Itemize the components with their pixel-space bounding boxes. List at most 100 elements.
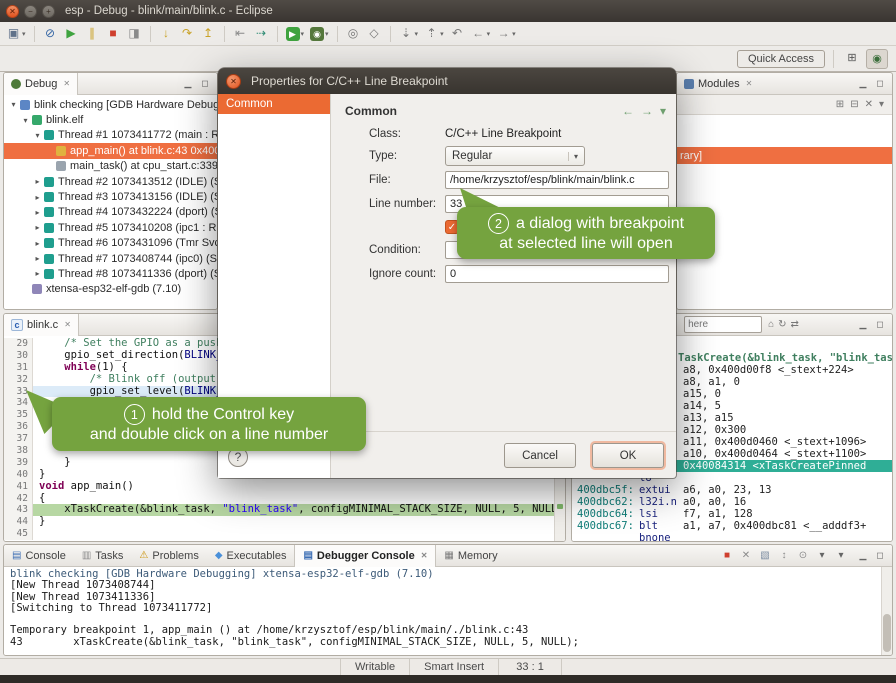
minimize-button[interactable]: − (24, 5, 37, 18)
display-selected-console-icon[interactable]: ▾ (815, 550, 829, 561)
maximize-view-icon[interactable]: ◻ (873, 319, 887, 330)
forward-icon[interactable]: →▾ (494, 25, 518, 42)
terminate-icon[interactable]: ■ (104, 25, 123, 42)
dropdown-arrow-icon[interactable]: ▾ (487, 30, 491, 38)
forward-icon[interactable]: → (641, 104, 653, 118)
minimize-view-icon[interactable]: ▁ (181, 78, 195, 89)
close-tab-icon[interactable]: ✕ (421, 551, 428, 560)
expand-arrow-icon[interactable]: ▾ (20, 116, 31, 125)
terminate-icon[interactable]: ■ (720, 550, 734, 561)
dropdown-arrow-icon[interactable]: ▾ (512, 30, 516, 38)
debug-perspective-icon[interactable]: ◉ (866, 49, 888, 69)
line-number[interactable]: 35 (4, 409, 33, 421)
debug-tree-item[interactable]: ▸Thread #3 1073413156 (IDLE) (Susp (4, 189, 217, 204)
code-line[interactable]: 42{ (4, 493, 555, 505)
link-with-active-debug-icon[interactable]: ⇄ (791, 319, 799, 330)
minimize-view-icon[interactable]: ▁ (856, 319, 870, 330)
new-icon[interactable]: ▣▾ (4, 25, 28, 42)
module-row-selected[interactable]: rary] (677, 147, 892, 164)
previous-annotation-icon[interactable]: ⇡▾ (422, 25, 446, 42)
console-output[interactable]: blink checking [GDB Hardware Debugging] … (4, 567, 882, 655)
dropdown-arrow-icon[interactable]: ▾ (440, 30, 444, 38)
minimize-view-icon[interactable]: ▁ (856, 550, 870, 561)
debug-tree-item[interactable]: ▾blink.elf (4, 112, 217, 127)
next-annotation-icon[interactable]: ⇣▾ (397, 25, 421, 42)
asm-line[interactable]: 400dbc64:lsif7, a1, 128 (572, 508, 892, 520)
console-scrollbar[interactable] (881, 567, 892, 655)
dialog-titlebar[interactable]: ✕ Properties for C/C++ Line Breakpoint (218, 68, 676, 94)
resume-icon[interactable]: ▶ (62, 25, 81, 42)
code-line[interactable]: 44} (4, 516, 555, 528)
open-console-icon[interactable]: ▾ (834, 550, 848, 561)
console-tab-debugger-console[interactable]: ▤Debugger Console✕ (294, 545, 436, 567)
debug-tree-item[interactable]: ▾Thread #1 1073411772 (main : Runn (4, 128, 217, 143)
expand-arrow-icon[interactable]: ▸ (32, 269, 43, 278)
console-tab-console[interactable]: ▤Console (4, 545, 74, 567)
debug-tree-item[interactable]: ▸Thread #2 1073413512 (IDLE) (Susp (4, 174, 217, 189)
back-icon[interactable]: ← (622, 104, 634, 118)
maximize-view-icon[interactable]: ◻ (873, 78, 887, 89)
line-number[interactable]: 44 (4, 516, 33, 528)
line-number[interactable]: 41 (4, 481, 33, 493)
tab-modules[interactable]: Modules ✕ (677, 73, 759, 95)
console-tab-memory[interactable]: ▦Memory (436, 545, 505, 567)
line-number[interactable]: 37 (4, 433, 33, 445)
step-into-icon[interactable]: ↓ (157, 25, 176, 42)
open-perspective-icon[interactable]: ⊞ (842, 49, 862, 67)
line-number[interactable]: 40 (4, 469, 33, 481)
console-tab-tasks[interactable]: ▥Tasks (74, 545, 132, 567)
line-number[interactable]: 45 (4, 528, 33, 540)
asm-line[interactable]: 400dbc67:blta1, a7, 0x400dbc81 <__adddf3… (572, 520, 892, 532)
close-tab-icon[interactable]: ✕ (63, 79, 70, 88)
asm-line[interactable]: 400dbc62:l32i.na0, a0, 16 (572, 496, 892, 508)
dropdown-arrow-icon[interactable]: ▾ (22, 30, 26, 38)
expand-arrow-icon[interactable]: ▾ (32, 131, 43, 140)
line-number[interactable]: 30 (4, 350, 33, 362)
line-number[interactable]: 38 (4, 445, 33, 457)
open-element-icon[interactable]: ◇ (365, 25, 384, 42)
scroll-lock-icon[interactable]: ↕ (777, 550, 791, 561)
code-line[interactable]: 45 (4, 528, 555, 540)
debug-tree-item[interactable]: xtensa-esp32-elf-gdb (7.10) (4, 282, 217, 297)
drop-to-frame-icon[interactable]: ⇤ (231, 25, 250, 42)
expand-arrow-icon[interactable]: ▸ (32, 223, 43, 232)
type-dropdown[interactable]: Regular ▾ (445, 146, 585, 166)
scrollbar-thumb[interactable] (883, 614, 891, 652)
line-number[interactable]: 34 (4, 397, 33, 409)
run-icon[interactable]: ▶▾ (284, 26, 307, 42)
expand-arrow-icon[interactable]: ▸ (32, 193, 43, 202)
debug-tree-item[interactable]: ▾blink checking [GDB Hardware Debug (4, 97, 217, 112)
window-titlebar[interactable]: ✕−+ esp - Debug - blink/main/blink.c - E… (0, 0, 896, 22)
debug-icon[interactable]: ◉▾ (308, 26, 331, 42)
code-line[interactable]: 41void app_main() (4, 481, 555, 493)
tab-blink-c[interactable]: c blink.c ✕ (4, 314, 79, 336)
clear-console-icon[interactable]: ▧ (758, 550, 772, 561)
back-icon[interactable]: ←▾ (469, 25, 493, 42)
expand-arrow-icon[interactable]: ▾ (8, 100, 19, 109)
line-number[interactable]: 36 (4, 421, 33, 433)
line-number[interactable]: 42 (4, 493, 33, 505)
skip-all-breakpoints-icon[interactable]: ⊘ (41, 25, 60, 42)
disassembly-location-input[interactable] (684, 316, 762, 333)
search-icon[interactable]: ◎ (344, 25, 363, 42)
ignore-count-input[interactable] (445, 265, 669, 283)
debug-tree-item[interactable]: ▸Thread #4 1073432224 (dport) (Sus (4, 205, 217, 220)
close-button[interactable]: ✕ (6, 5, 19, 18)
close-tab-icon[interactable]: ✕ (746, 79, 753, 88)
instruction-stepping-icon[interactable]: ⇢ (252, 25, 271, 42)
dropdown-arrow-icon[interactable]: ▾ (325, 30, 329, 38)
dialog-close-button[interactable]: ✕ (226, 74, 241, 89)
view-menu-icon[interactable]: ▾ (879, 99, 884, 110)
debug-tree-item[interactable]: main_task() at cpu_start.c:339 0x4 (4, 159, 217, 174)
view-menu-icon[interactable]: ▾ (660, 104, 666, 118)
debug-tree-item[interactable]: app_main() at blink.c:43 0x400db (4, 143, 217, 158)
line-number[interactable]: 39 (4, 457, 33, 469)
line-number[interactable]: 43 (4, 504, 33, 516)
debug-tree-item[interactable]: ▸Thread #7 1073408744 (ipc0) (Susp (4, 251, 217, 266)
debug-tree-item[interactable]: ▸Thread #6 1073431096 (Tmr Svc) (S (4, 236, 217, 251)
dropdown-arrow-icon[interactable]: ▾ (301, 30, 305, 38)
line-number[interactable]: 31 (4, 362, 33, 374)
code-line[interactable]: 43 xTaskCreate(&blink_task, "blink_task"… (4, 504, 555, 516)
tab-debug[interactable]: Debug ✕ (4, 73, 78, 95)
expand-all-icon[interactable]: ⊞ (836, 99, 844, 110)
